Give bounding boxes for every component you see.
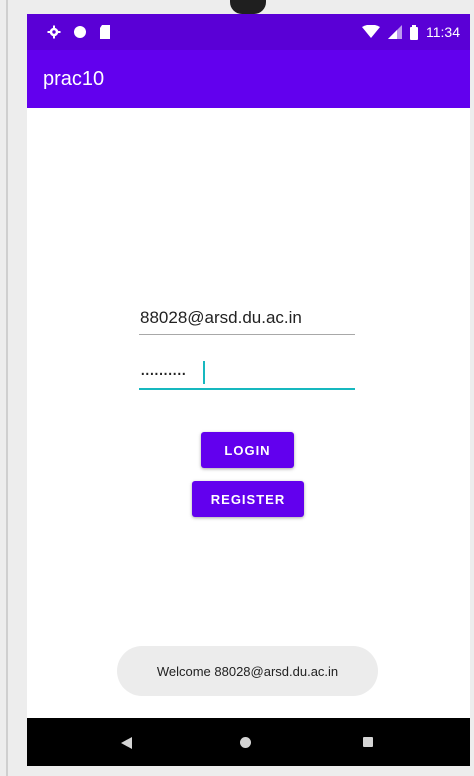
circle-icon — [74, 26, 86, 38]
email-field-value: 88028@arsd.du.ac.in — [140, 308, 302, 327]
email-field[interactable]: 88028@arsd.du.ac.in — [139, 304, 355, 335]
app-title: prac10 — [43, 68, 105, 90]
login-button[interactable]: LOGIN — [201, 432, 294, 468]
welcome-toast: Welcome 88028@arsd.du.ac.in — [117, 646, 378, 696]
device-edge — [6, 0, 8, 776]
wifi-icon — [362, 25, 380, 38]
back-icon[interactable] — [121, 737, 132, 749]
battery-icon — [410, 24, 418, 40]
register-button[interactable]: REGISTER — [192, 481, 304, 517]
text-cursor — [203, 361, 205, 384]
recents-icon[interactable] — [363, 737, 373, 747]
password-field-value: .......... — [140, 358, 187, 380]
camera-notch — [230, 0, 266, 14]
phone-screen: 11:34 prac10 88028@arsd.du.ac.in .......… — [27, 14, 470, 766]
password-field[interactable]: .......... — [139, 358, 355, 390]
signal-icon — [388, 25, 402, 39]
status-notification-icons — [47, 25, 111, 39]
sd-card-icon — [100, 25, 110, 39]
home-icon[interactable] — [240, 737, 251, 748]
status-system-icons: 11:34 — [362, 24, 460, 40]
status-bar: 11:34 — [27, 14, 470, 50]
status-time: 11:34 — [426, 24, 460, 40]
navigation-bar — [27, 718, 470, 766]
app-bar: prac10 — [27, 50, 470, 108]
gear-icon — [47, 25, 61, 39]
